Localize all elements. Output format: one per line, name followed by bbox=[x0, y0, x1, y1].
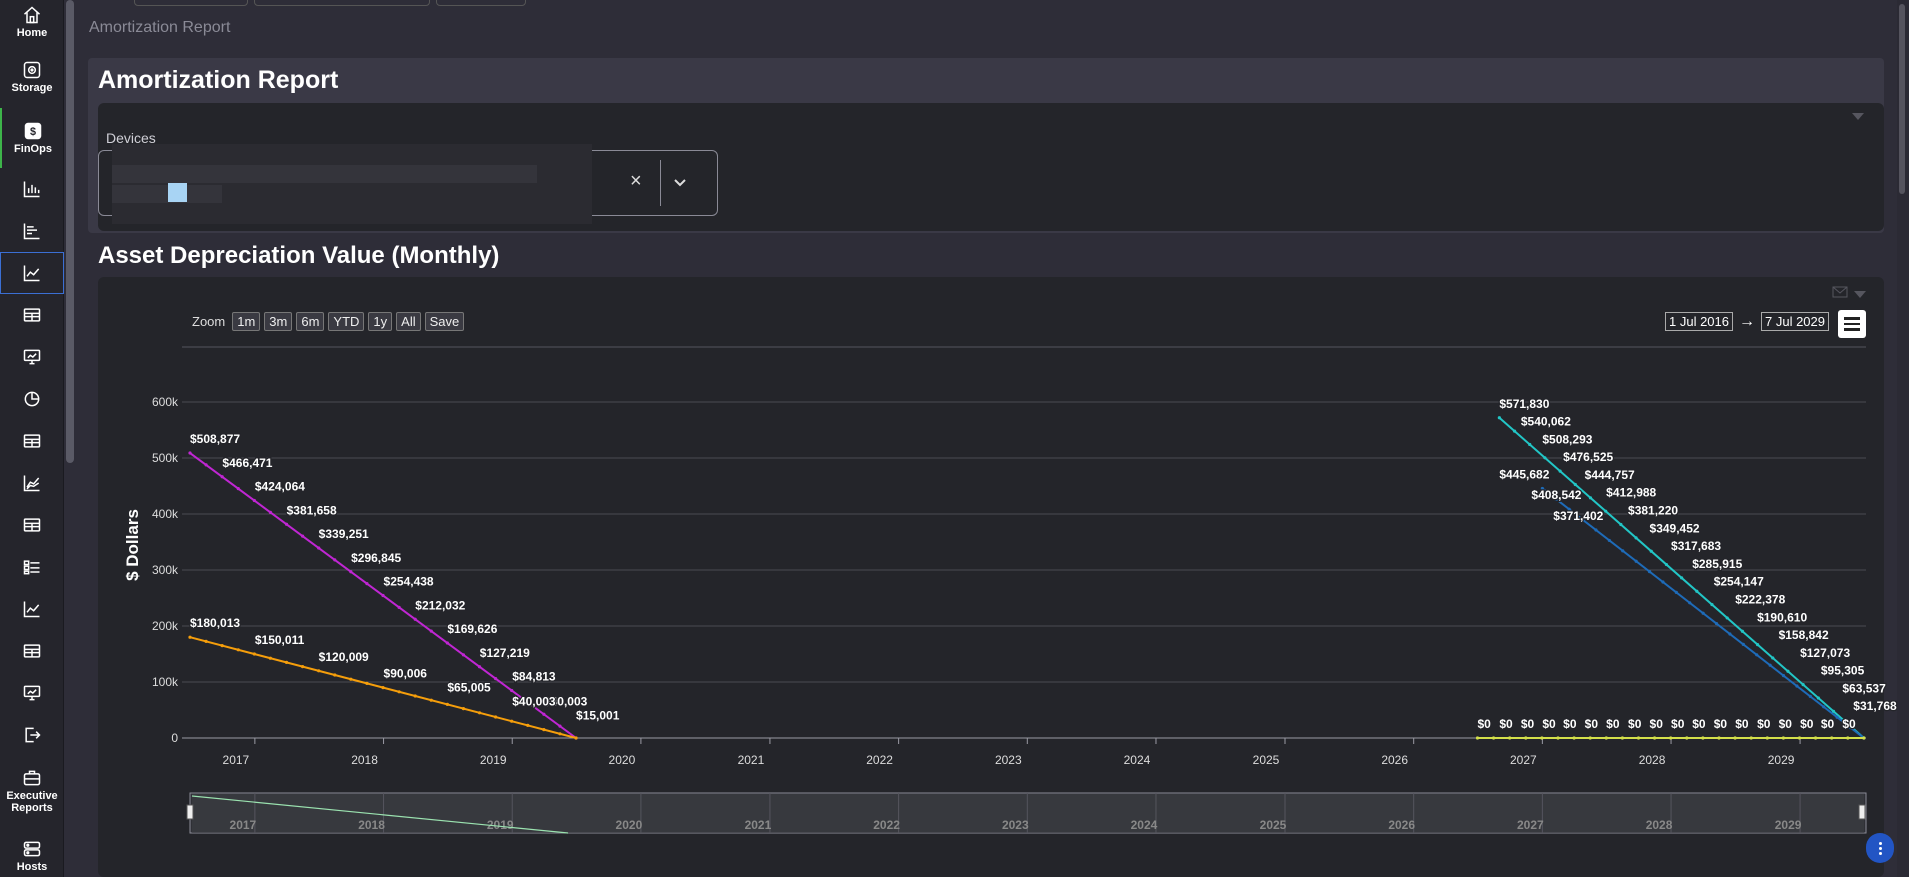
horizontal-bars-icon bbox=[23, 223, 40, 240]
zoom-3m-button[interactable]: 3m bbox=[264, 312, 293, 331]
sidebar-item-10[interactable] bbox=[0, 420, 64, 462]
zoom-label: Zoom bbox=[192, 314, 226, 329]
sidebar-item-8[interactable] bbox=[0, 336, 64, 378]
table-icon bbox=[23, 518, 41, 532]
zoom-1m-button[interactable]: 1m bbox=[232, 312, 261, 331]
breadcrumb: Amortization Report bbox=[89, 19, 231, 36]
date-range: 1 Jul 2016 → 7 Jul 2029 bbox=[1665, 312, 1829, 331]
zoom-1y-button[interactable]: 1y bbox=[368, 312, 393, 331]
server-icon bbox=[23, 841, 41, 856]
page-scrollbar-thumb[interactable] bbox=[1899, 4, 1905, 194]
top-tab-2[interactable] bbox=[254, 0, 430, 6]
line-chart-icon bbox=[23, 601, 40, 618]
sidebar-item-16[interactable] bbox=[0, 672, 64, 714]
sidebar-item-label: Hosts bbox=[16, 860, 48, 873]
sidebar-item-11[interactable] bbox=[0, 462, 64, 504]
chart-menu-button[interactable] bbox=[1838, 310, 1866, 338]
redacted-bar bbox=[112, 185, 222, 203]
sidebar-item-17[interactable] bbox=[0, 714, 64, 756]
sidebar: Home Storage $ FinOps Executive Reports Hosts bbox=[0, 0, 64, 877]
zoom-6m-button[interactable]: 6m bbox=[296, 312, 325, 331]
export-icon bbox=[25, 727, 41, 743]
select-divider bbox=[660, 160, 661, 206]
clear-selection-icon[interactable]: × bbox=[630, 170, 642, 193]
date-to-input[interactable]: 7 Jul 2029 bbox=[1761, 312, 1829, 331]
mail-icon[interactable] bbox=[1832, 286, 1848, 298]
briefcase-icon bbox=[23, 770, 41, 786]
top-tab-1[interactable] bbox=[134, 0, 248, 6]
chart-options-caret-icon[interactable] bbox=[1854, 291, 1866, 298]
home-icon bbox=[24, 6, 40, 24]
sidebar-item-5[interactable] bbox=[0, 210, 64, 252]
list-icon bbox=[23, 560, 40, 575]
sidebar-item-14[interactable] bbox=[0, 588, 64, 630]
bar-chart-icon bbox=[23, 181, 40, 198]
dollar-icon: $ bbox=[24, 122, 42, 140]
sidebar-item-9[interactable] bbox=[0, 378, 64, 420]
chart-section-title: Asset Depreciation Value (Monthly) bbox=[98, 242, 500, 269]
sidebar-item-executive-reports[interactable]: Executive Reports bbox=[0, 756, 64, 826]
sidebar-item-13[interactable] bbox=[0, 546, 64, 588]
sidebar-item-label: Home bbox=[16, 27, 48, 39]
date-arrow: → bbox=[1739, 312, 1755, 330]
sidebar-item-6[interactable] bbox=[0, 252, 64, 294]
table-icon bbox=[23, 308, 41, 322]
sidebar-item-7[interactable] bbox=[0, 294, 64, 336]
chart-panel bbox=[98, 277, 1884, 877]
zoom-controls: Zoom 1m 3m 6m YTD 1y All Save bbox=[192, 312, 465, 331]
sidebar-item-12[interactable] bbox=[0, 504, 64, 546]
sidebar-item-storage[interactable]: Storage bbox=[0, 52, 64, 102]
sidebar-item-15[interactable] bbox=[0, 630, 64, 672]
table-icon bbox=[23, 434, 41, 448]
sidebar-item-finops[interactable]: $ FinOps bbox=[0, 108, 64, 168]
table-icon bbox=[23, 644, 41, 658]
device-chip bbox=[168, 183, 187, 202]
monitor-chart-icon bbox=[23, 685, 41, 701]
zoom-ytd-button[interactable]: YTD bbox=[328, 312, 365, 331]
top-tab-3[interactable] bbox=[436, 0, 526, 6]
sidebar-item-home[interactable]: Home bbox=[0, 0, 64, 44]
sidebar-item-hosts[interactable]: Hosts bbox=[0, 834, 64, 877]
monitor-chart-icon bbox=[23, 349, 41, 365]
page-title: Amortization Report bbox=[98, 66, 339, 94]
save-button[interactable]: Save bbox=[424, 312, 465, 331]
collapse-caret-icon[interactable] bbox=[1852, 113, 1864, 120]
sidebar-item-label: Storage bbox=[11, 82, 53, 94]
svg-text:$: $ bbox=[30, 126, 36, 138]
main-content: Amortization Report Amortization Report … bbox=[76, 0, 1896, 877]
sidebar-item-label: Executive Reports bbox=[6, 790, 58, 814]
date-from-input[interactable]: 1 Jul 2016 bbox=[1665, 312, 1733, 331]
area-chart-icon bbox=[23, 475, 40, 492]
zoom-all-button[interactable]: All bbox=[396, 312, 421, 331]
storage-icon bbox=[23, 61, 41, 79]
line-chart-icon bbox=[23, 265, 40, 282]
sidebar-item-4[interactable] bbox=[0, 168, 64, 210]
sidebar-item-label: FinOps bbox=[14, 143, 52, 155]
redacted-bar bbox=[112, 165, 537, 183]
pie-chart-icon bbox=[24, 391, 40, 407]
more-options-button[interactable] bbox=[1866, 833, 1894, 863]
chevron-down-icon[interactable] bbox=[672, 174, 688, 190]
sidebar-scrollbar[interactable] bbox=[66, 0, 74, 463]
